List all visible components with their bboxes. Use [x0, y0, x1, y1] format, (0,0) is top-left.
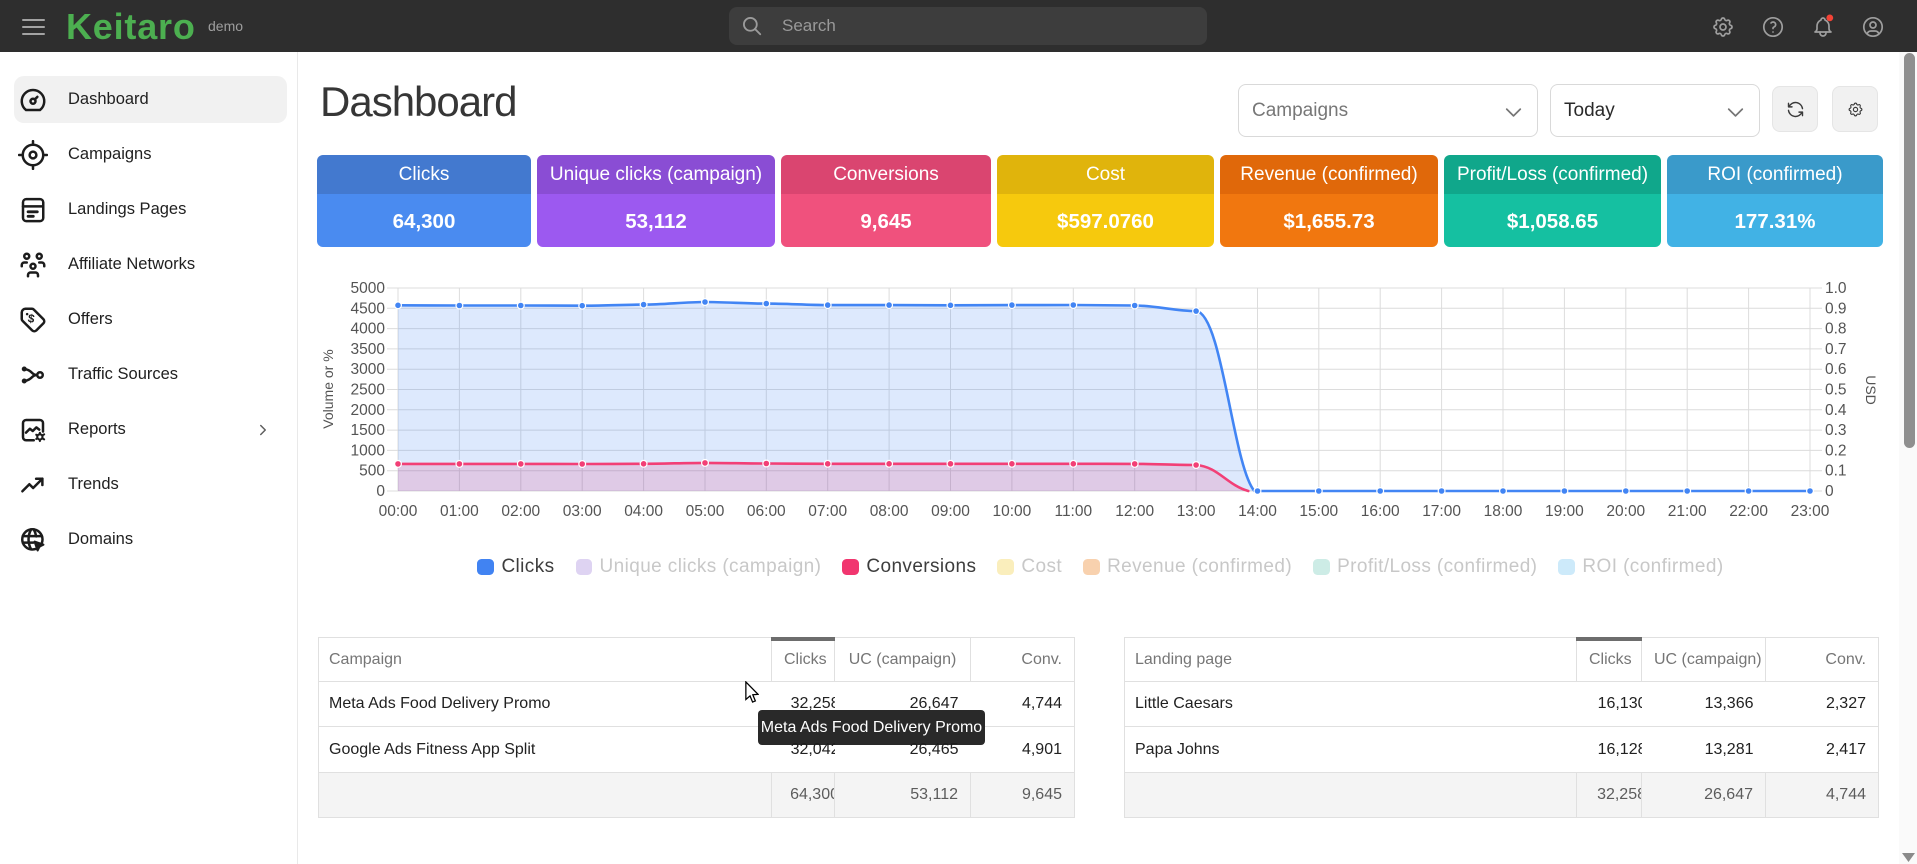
svg-text:04:00: 04:00 — [624, 503, 663, 520]
svg-text:12:00: 12:00 — [1115, 503, 1154, 520]
svg-text:0.4: 0.4 — [1825, 402, 1847, 419]
svg-text:14:00: 14:00 — [1238, 503, 1277, 520]
svg-text:17:00: 17:00 — [1422, 503, 1461, 520]
svg-text:0.6: 0.6 — [1825, 361, 1847, 378]
svg-text:2000: 2000 — [351, 402, 386, 419]
svg-text:0.7: 0.7 — [1825, 341, 1847, 358]
svg-text:03:00: 03:00 — [563, 503, 602, 520]
svg-text:05:00: 05:00 — [686, 503, 725, 520]
svg-text:$: $ — [27, 311, 36, 326]
svg-text:20:00: 20:00 — [1606, 503, 1645, 520]
svg-text:08:00: 08:00 — [870, 503, 909, 520]
svg-text:0.5: 0.5 — [1825, 382, 1847, 399]
svg-text:01:00: 01:00 — [440, 503, 479, 520]
svg-text:16:00: 16:00 — [1361, 503, 1400, 520]
svg-text:15:00: 15:00 — [1299, 503, 1338, 520]
svg-text:USD: USD — [1863, 375, 1879, 405]
svg-text:1.0: 1.0 — [1825, 280, 1847, 297]
svg-text:0: 0 — [376, 483, 385, 500]
svg-text:3500: 3500 — [351, 341, 386, 358]
svg-text:5000: 5000 — [351, 280, 386, 297]
svg-text:0.3: 0.3 — [1825, 422, 1847, 439]
svg-text:13:00: 13:00 — [1177, 503, 1216, 520]
svg-text:21:00: 21:00 — [1668, 503, 1707, 520]
svg-text:06:00: 06:00 — [747, 503, 786, 520]
svg-text:1000: 1000 — [351, 442, 386, 459]
svg-text:1500: 1500 — [351, 422, 386, 439]
svg-text:09:00: 09:00 — [931, 503, 970, 520]
svg-text:23:00: 23:00 — [1791, 503, 1830, 520]
svg-text:0: 0 — [1825, 483, 1834, 500]
svg-text:19:00: 19:00 — [1545, 503, 1584, 520]
svg-text:2500: 2500 — [351, 382, 386, 399]
svg-text:Volume or %: Volume or % — [320, 349, 336, 428]
svg-text:0.8: 0.8 — [1825, 321, 1847, 338]
svg-text:02:00: 02:00 — [501, 503, 540, 520]
svg-text:22:00: 22:00 — [1729, 503, 1768, 520]
svg-text:4500: 4500 — [351, 300, 386, 317]
svg-text:500: 500 — [359, 463, 385, 480]
svg-text:18:00: 18:00 — [1484, 503, 1523, 520]
svg-text:00:00: 00:00 — [379, 503, 418, 520]
svg-text:0.2: 0.2 — [1825, 442, 1847, 459]
svg-text:4000: 4000 — [351, 321, 386, 338]
svg-text:0.9: 0.9 — [1825, 300, 1847, 317]
svg-text:10:00: 10:00 — [993, 503, 1032, 520]
svg-text:3000: 3000 — [351, 361, 386, 378]
svg-text:0.1: 0.1 — [1825, 463, 1847, 480]
svg-text:11:00: 11:00 — [1054, 503, 1092, 520]
svg-text:07:00: 07:00 — [808, 503, 847, 520]
